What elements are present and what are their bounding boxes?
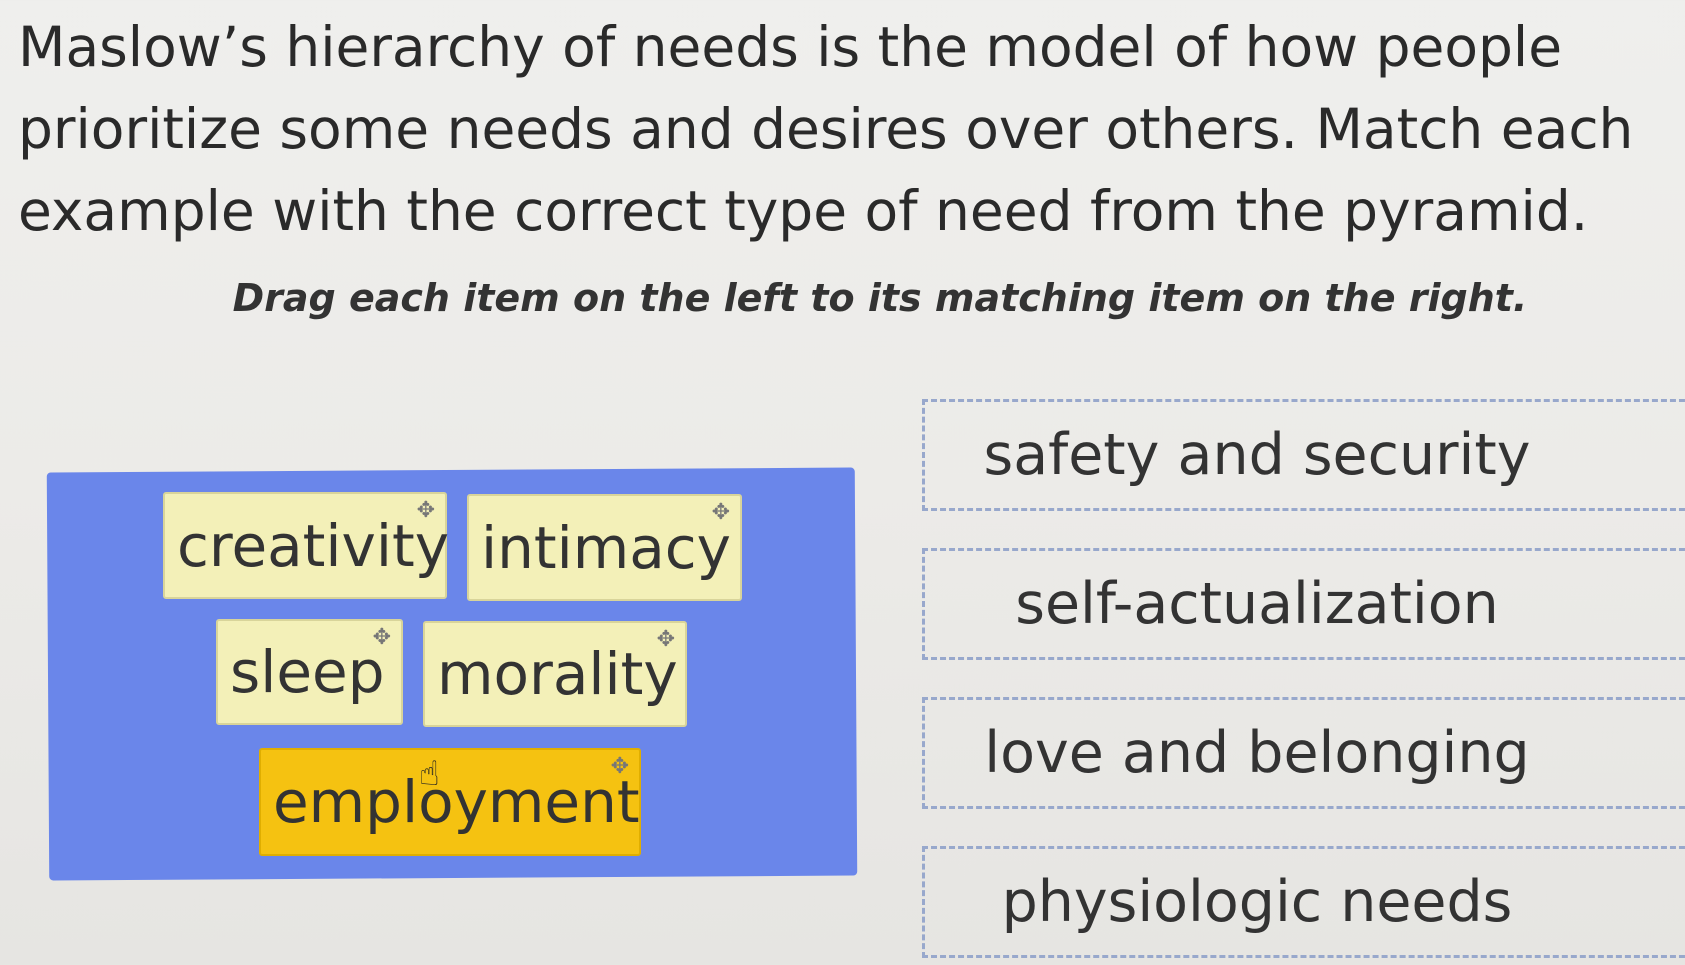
move-handle-icon: ✥ xyxy=(656,627,675,652)
drag-item-label: employment xyxy=(273,768,640,836)
drag-item-creativity[interactable]: creativity ✥ xyxy=(163,492,450,599)
drag-item-label: sleep xyxy=(230,638,385,706)
move-handle-icon: ✥ xyxy=(711,500,730,525)
drag-item-label: morality xyxy=(437,640,678,708)
drag-item-morality[interactable]: morality ✥ xyxy=(423,621,687,727)
move-handle-icon: ✥ xyxy=(416,498,435,523)
move-handle-icon: ✥ xyxy=(610,754,629,779)
instruction-text: Drag each item on the left to its matchi… xyxy=(232,276,1528,320)
drop-target-physiologic-needs[interactable]: physiologic needs xyxy=(922,846,1685,958)
drop-target-love-and-belonging[interactable]: love and belonging xyxy=(922,697,1685,809)
drag-item-intimacy[interactable]: intimacy ✥ xyxy=(467,494,742,601)
drop-target-safety-and-security[interactable]: safety and security xyxy=(922,399,1685,511)
drop-target-label: physiologic needs xyxy=(1001,869,1513,935)
drop-target-label: self-actualization xyxy=(1015,571,1499,637)
question-text: Maslow’s hierarchy of needs is the model… xyxy=(18,15,1634,243)
drag-item-label: intimacy xyxy=(481,513,731,582)
drop-target-label: safety and security xyxy=(983,422,1531,488)
drag-item-sleep[interactable]: sleep ✥ xyxy=(216,619,403,725)
move-handle-icon: ✥ xyxy=(372,625,391,650)
drag-item-label: creativity xyxy=(177,511,450,580)
hand-pointer-icon: ☝ xyxy=(419,754,440,794)
drop-target-label: love and belonging xyxy=(984,720,1530,786)
drop-target-self-actualization[interactable]: self-actualization xyxy=(922,548,1685,660)
drag-item-employment[interactable]: employment ✥ ☝ xyxy=(259,748,641,856)
